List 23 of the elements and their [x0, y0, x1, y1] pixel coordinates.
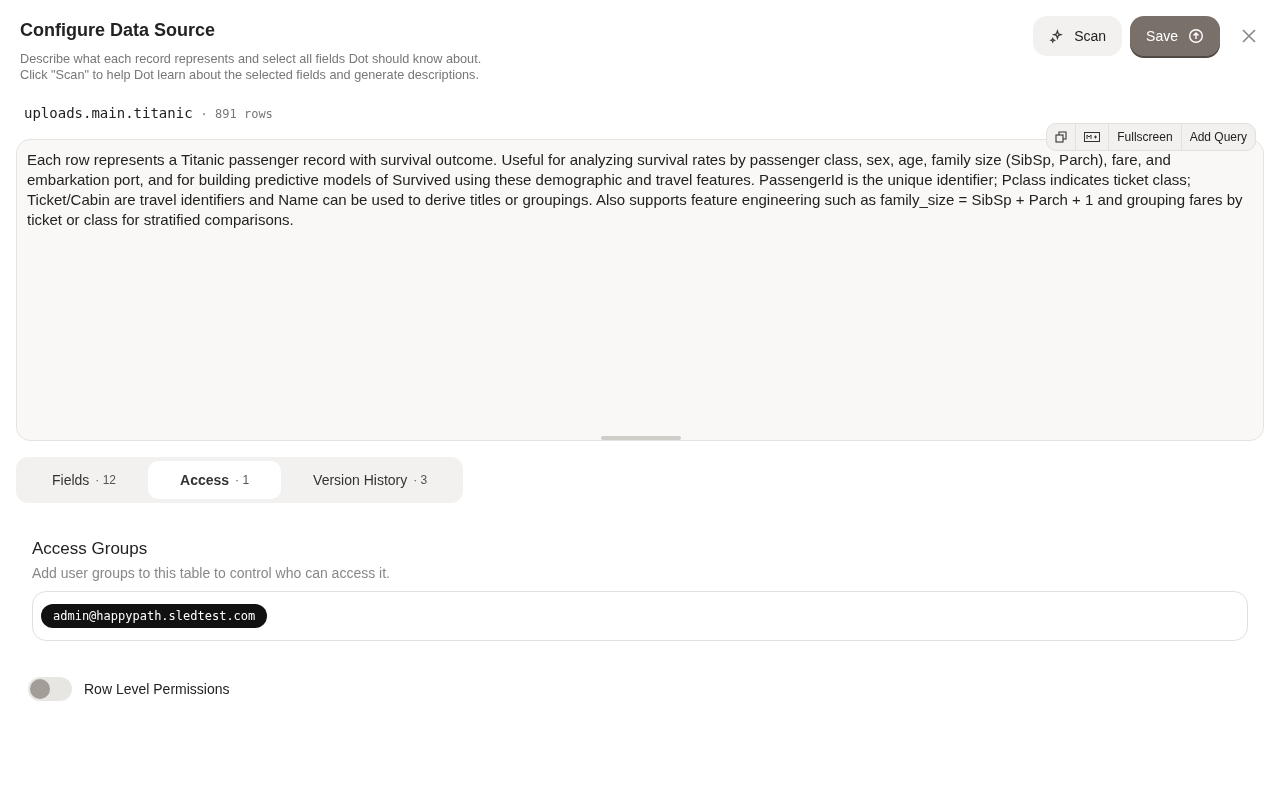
section-subtitle: Add user groups to this table to control who can access it. [32, 565, 391, 581]
section-title: Access Groups [32, 539, 149, 559]
tab[interactable]: Fields · 12 [20, 461, 149, 499]
copy-icon [1055, 131, 1068, 143]
group-tag[interactable]: admin@happypath.sledtest.com [41, 604, 268, 628]
save-button[interactable]: Save [1130, 16, 1220, 56]
scan-button[interactable]: Scan [1033, 16, 1123, 56]
markdown-icon [1084, 132, 1101, 142]
toolbar-button[interactable]: Fullscreen [1108, 124, 1181, 150]
sparkle-icon [1049, 28, 1065, 44]
description-text: Describe what each record represents and select all fields Dot should know about. [20, 51, 482, 67]
upload-icon [1188, 28, 1204, 44]
row-count: · 891 rows [200, 107, 273, 121]
toggle-switch[interactable] [28, 677, 72, 701]
table-name: uploads.main.titanic [24, 105, 193, 121]
tab[interactable]: Access · 1 [148, 461, 282, 499]
groups-field[interactable]: admin@happypath.sledtest.com [32, 591, 1248, 641]
toggle-label: Row Level Permissions [84, 681, 230, 697]
tab[interactable]: Version History · 3 [281, 461, 460, 499]
close-icon[interactable] [1242, 29, 1256, 43]
resize-handle[interactable] [601, 436, 681, 440]
dialog-title: Configure Data Source [20, 20, 217, 41]
description-text: Click "Scan" to help Dot learn about the selected fields and generate descriptions. [20, 67, 480, 83]
